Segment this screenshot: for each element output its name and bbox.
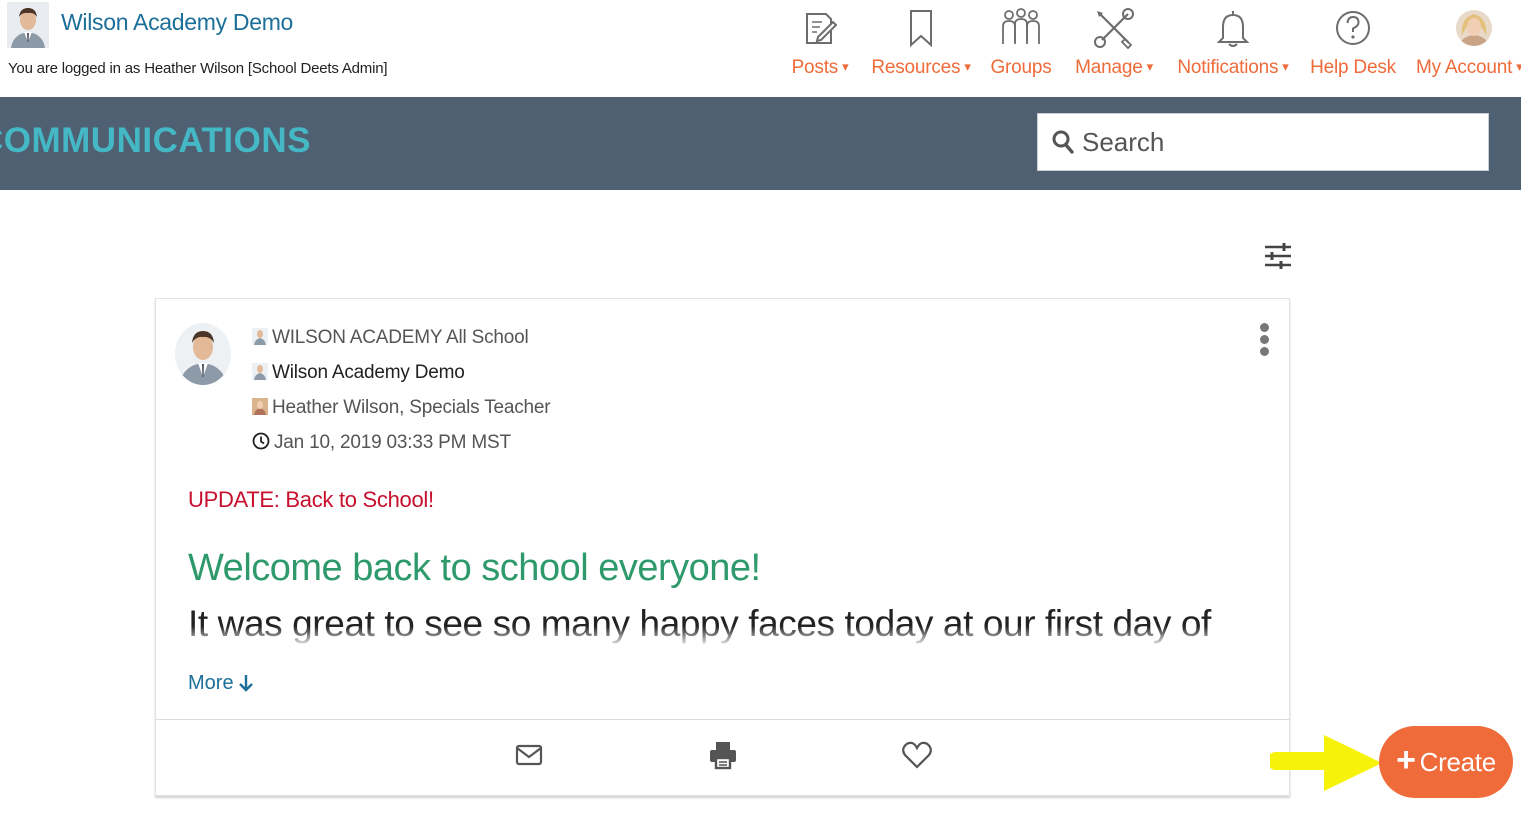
bell-icon bbox=[1216, 11, 1250, 47]
nav-help-desk[interactable]: Help Desk bbox=[1308, 6, 1398, 86]
nav-my-account[interactable]: My Account ▾ bbox=[1414, 6, 1521, 86]
school-avatar-icon bbox=[252, 328, 268, 345]
post-body: It was great to see so many happy faces … bbox=[188, 603, 1211, 644]
brand-title-link[interactable]: Wilson Academy Demo bbox=[61, 9, 293, 36]
nav-manage-label: Manage bbox=[1075, 57, 1143, 78]
post-timestamp: Jan 10, 2019 03:33 PM MST bbox=[252, 432, 511, 454]
help-icon bbox=[1336, 11, 1370, 45]
nav-my-account-label: My Account bbox=[1416, 57, 1513, 78]
post-audience: WILSON ACADEMY All School bbox=[252, 327, 529, 349]
author-avatar-icon bbox=[252, 398, 268, 415]
post-audience-text: WILSON ACADEMY All School bbox=[272, 327, 529, 348]
post-update-label: UPDATE: Back to School! bbox=[188, 487, 434, 512]
people-icon bbox=[1002, 8, 1040, 44]
nav-groups[interactable]: Groups bbox=[988, 6, 1054, 86]
post-author-text: Heather Wilson, Specials Teacher bbox=[272, 397, 551, 418]
more-options-icon[interactable] bbox=[1255, 323, 1273, 361]
nav-help-desk-label: Help Desk bbox=[1310, 57, 1396, 78]
nav-notifications-label: Notifications bbox=[1177, 57, 1279, 78]
tools-icon bbox=[1094, 8, 1134, 50]
bookmark-icon bbox=[910, 10, 932, 48]
filter-sliders-icon[interactable] bbox=[1262, 240, 1294, 272]
page-title: COMMUNICATIONS bbox=[0, 121, 311, 160]
avatar bbox=[1456, 10, 1492, 46]
post-school: Wilson Academy Demo bbox=[252, 362, 465, 384]
more-link-label: More bbox=[188, 672, 234, 694]
post-heading: Welcome back to school everyone! bbox=[188, 547, 761, 589]
nav-resources[interactable]: Resources ▾ bbox=[868, 6, 974, 86]
print-icon[interactable] bbox=[707, 739, 739, 771]
edit-icon bbox=[806, 13, 838, 44]
nav-posts-label: Posts bbox=[791, 57, 839, 78]
school-avatar-icon bbox=[252, 363, 268, 380]
brand-avatar[interactable] bbox=[7, 2, 49, 48]
post-card: WILSON ACADEMY All School Wilson Academy… bbox=[155, 298, 1290, 796]
caret-down-icon: ▾ bbox=[842, 59, 849, 74]
annotation-arrow-icon bbox=[1270, 735, 1382, 791]
section-bar: COMMUNICATIONS bbox=[0, 97, 1521, 190]
caret-down-icon: ▾ bbox=[1516, 59, 1521, 74]
top-header: Wilson Academy Demo You are logged in as… bbox=[0, 0, 1521, 97]
logged-in-text: You are logged in as Heather Wilson [Sch… bbox=[8, 60, 388, 77]
clock-icon bbox=[252, 432, 270, 450]
post-action-bar bbox=[156, 719, 1289, 795]
create-button-label: Create bbox=[1419, 746, 1497, 777]
search-icon bbox=[1052, 130, 1074, 154]
post-timestamp-text: Jan 10, 2019 03:33 PM MST bbox=[274, 432, 511, 453]
plus-icon: + bbox=[1396, 741, 1416, 779]
nav-resources-label: Resources bbox=[871, 57, 961, 78]
nav-groups-label: Groups bbox=[990, 57, 1052, 78]
nav-posts[interactable]: Posts ▾ bbox=[788, 6, 852, 86]
caret-down-icon: ▾ bbox=[1282, 59, 1289, 74]
more-link[interactable]: More bbox=[188, 672, 254, 695]
heart-icon[interactable] bbox=[901, 739, 933, 771]
caret-down-icon: ▾ bbox=[964, 59, 971, 74]
search-input[interactable] bbox=[1082, 126, 1462, 158]
post-school-text: Wilson Academy Demo bbox=[272, 362, 465, 383]
nav-notifications[interactable]: Notifications ▾ bbox=[1174, 6, 1292, 86]
arrow-down-icon bbox=[238, 675, 253, 692]
email-icon[interactable] bbox=[513, 739, 545, 771]
search-box[interactable] bbox=[1037, 113, 1489, 171]
nav-manage[interactable]: Manage ▾ bbox=[1070, 6, 1158, 86]
post-author: Heather Wilson, Specials Teacher bbox=[252, 397, 551, 419]
caret-down-icon: ▾ bbox=[1146, 59, 1154, 74]
author-avatar[interactable] bbox=[175, 323, 231, 385]
create-button[interactable]: + Create bbox=[1379, 726, 1513, 798]
